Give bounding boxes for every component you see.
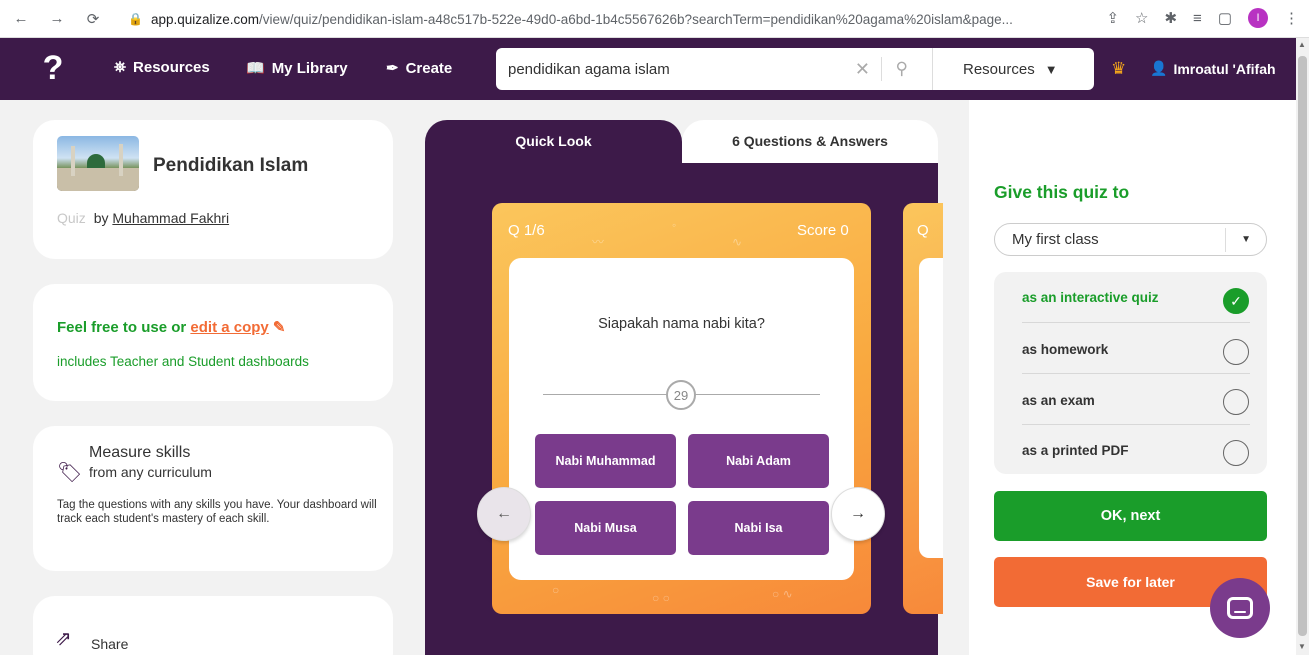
reload-icon[interactable]: ⟳ [84, 10, 102, 28]
quiz-type-label: Quiz [57, 210, 86, 226]
quiz-info-card: Pendidikan Islam Quiz by Muhammad Fakhri [33, 120, 393, 259]
option-printed-pdf-radio[interactable] [1223, 440, 1249, 466]
quizalize-logo[interactable]: ? [36, 49, 70, 87]
class-select[interactable]: My first class ▼ [994, 223, 1267, 256]
share-card[interactable]: ⇗ Share [33, 596, 393, 655]
address-bar[interactable]: 🔒 app.quizalize.com/view/quiz/pendidikan… [120, 5, 1080, 33]
option-homework-radio[interactable] [1223, 339, 1249, 365]
resources-dropdown-label: Resources [963, 60, 1035, 78]
author-link[interactable]: Muhammad Fakhri [112, 210, 229, 226]
dropdown-arrow-icon: ▼ [1241, 234, 1251, 245]
search-divider [881, 57, 882, 81]
clear-search-icon[interactable]: ✕ [855, 59, 870, 80]
pencil-icon: ✎ [272, 319, 286, 336]
next-card-label: Q [917, 222, 929, 239]
class-select-value: My first class [1012, 231, 1099, 248]
free-use-subtext: includes Teacher and Student dashboards [57, 354, 309, 369]
share-page-icon[interactable]: ⇪ [1106, 9, 1119, 27]
browser-menu-icon[interactable]: ⋮ [1284, 9, 1299, 27]
option-exam-radio[interactable] [1223, 389, 1249, 415]
quiz-thumbnail [57, 136, 139, 191]
question-number: Q 1/6 [508, 222, 545, 239]
measure-skills-card: 🏷 Measure skills from any curriculum Tag… [33, 426, 393, 571]
url-host: app.quizalize.com [150, 11, 260, 27]
reading-list-icon[interactable]: ≡ [1193, 10, 1202, 27]
option-divider [1022, 424, 1250, 425]
free-use-line: Feel free to use or edit a copy ✎ [57, 318, 286, 336]
scroll-down-icon[interactable]: ▼ [1298, 642, 1306, 651]
ok-next-button[interactable]: OK, next [994, 491, 1267, 541]
next-arrow-icon[interactable]: → [831, 487, 885, 541]
user-name: Imroatul 'Afifah [1173, 60, 1276, 77]
tags-icon: 🏷 [57, 462, 83, 484]
nav-create[interactable]: ✒ Create [386, 59, 453, 78]
share-icon: ⇗ [55, 628, 72, 650]
answer-option[interactable]: Nabi Isa [688, 501, 829, 555]
next-question-card: Q [903, 203, 943, 614]
nav-my-library[interactable]: 📖 My Library [246, 59, 348, 78]
back-icon[interactable]: ← [12, 10, 30, 28]
lock-icon: 🔒 [128, 12, 143, 26]
option-printed-pdf[interactable]: as a printed PDF [1022, 443, 1252, 458]
browser-toolbar: ← → ⟳ 🔒 app.quizalize.com/view/quiz/pend… [0, 0, 1309, 38]
forward-icon[interactable]: → [48, 10, 66, 28]
chat-support-button[interactable] [1210, 578, 1270, 638]
previous-arrow-icon[interactable]: ← [477, 487, 531, 541]
binoculars-icon: ⛯ [114, 59, 127, 76]
scrollbar-thumb[interactable] [1298, 56, 1307, 636]
search-value: pendidikan agama islam [508, 60, 670, 78]
url-path: /view/quiz/pendidikan-islam-a48c517b-522… [259, 11, 1013, 27]
question-text: Siapakah nama nabi kita? [598, 316, 765, 332]
free-use-card: Feel free to use or edit a copy ✎ includ… [33, 284, 393, 401]
give-quiz-title: Give this quiz to [994, 182, 1130, 202]
option-interactive-quiz[interactable]: as an interactive quiz [1022, 290, 1252, 305]
option-divider [1022, 373, 1250, 374]
bookmark-star-icon[interactable]: ☆ [1135, 9, 1148, 27]
book-icon: 📖 [246, 60, 265, 77]
scroll-up-icon[interactable]: ▲ [1298, 40, 1306, 49]
nav-resources-label: Resources [133, 59, 210, 76]
user-menu[interactable]: 👤 Imroatul 'Afifah [1150, 60, 1276, 77]
answer-option[interactable]: Nabi Adam [688, 434, 829, 488]
crown-icon[interactable]: ♛ [1111, 59, 1126, 79]
user-icon: 👤 [1150, 60, 1168, 76]
side-panel-icon[interactable]: ▢ [1218, 9, 1232, 27]
option-divider [1022, 322, 1250, 323]
nav-create-label: Create [405, 59, 453, 77]
free-use-prefix: Feel free to use or [57, 319, 187, 336]
quiz-author-line: Quiz by Muhammad Fakhri [57, 210, 229, 226]
nav-my-library-label: My Library [271, 59, 348, 77]
by-label: by [93, 210, 109, 226]
option-exam[interactable]: as an exam [1022, 393, 1252, 408]
profile-avatar[interactable]: I [1248, 8, 1268, 28]
skills-description: Tag the questions with any skills you ha… [57, 499, 377, 525]
quiz-title: Pendidikan Islam [153, 155, 309, 176]
search-input[interactable]: pendidikan agama islam ✕ ⚲ [496, 48, 932, 90]
resources-dropdown[interactable]: Resources ▼ [932, 48, 1094, 90]
chevron-down-icon: ▼ [1044, 61, 1058, 77]
share-label: Share [91, 636, 129, 652]
option-homework[interactable]: as homework [1022, 342, 1252, 357]
timer: 29 [666, 380, 696, 410]
page-scrollbar[interactable]: ▲ ▼ [1296, 38, 1309, 655]
skills-title: Measure skills [89, 444, 191, 461]
option-interactive-quiz-radio[interactable]: ✓ [1223, 288, 1249, 314]
answer-option[interactable]: Nabi Muhammad [535, 434, 676, 488]
score-label: Score 0 [797, 222, 849, 239]
extensions-icon[interactable]: ✱ [1164, 9, 1177, 27]
chat-icon [1227, 597, 1253, 619]
tab-questions-answers[interactable]: 6 Questions & Answers [682, 120, 938, 163]
class-select-divider [1225, 228, 1226, 252]
skills-subtitle: from any curriculum [89, 464, 212, 480]
search-icon[interactable]: ⚲ [896, 59, 908, 79]
edit-copy-link[interactable]: edit a copy [190, 319, 268, 336]
nav-resources[interactable]: ⛯ Resources [114, 59, 210, 76]
tab-quick-look[interactable]: Quick Look [425, 120, 682, 163]
answer-option[interactable]: Nabi Musa [535, 501, 676, 555]
pen-icon: ✒ [386, 60, 399, 77]
